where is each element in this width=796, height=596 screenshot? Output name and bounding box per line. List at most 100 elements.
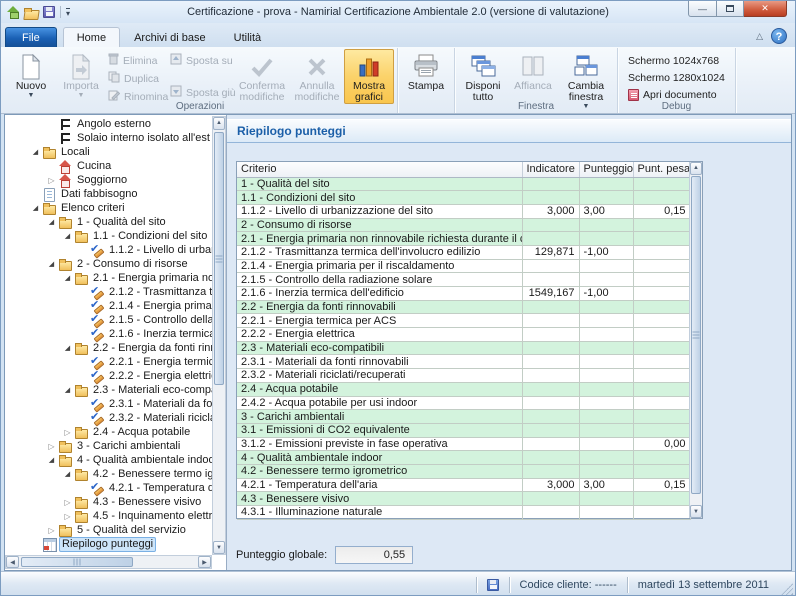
conferma-modifiche-button[interactable]: Conferma modifiche — [234, 49, 290, 104]
table-row[interactable]: 4.2.1 - Temperatura dell'aria3,0003,000,… — [237, 478, 690, 492]
column-header-punteggio[interactable]: Punteggio — [579, 162, 633, 177]
status-save-icon[interactable] — [487, 579, 499, 591]
expander-collapsed-icon[interactable]: ▷ — [61, 512, 74, 521]
table-row[interactable]: 2.4.2 - Acqua potabile per usi indoor — [237, 396, 690, 410]
expander-collapsed-icon[interactable]: ▷ — [61, 428, 74, 437]
tree-item[interactable]: ▷2.4 - Acqua potabile — [6, 425, 212, 439]
scroll-up-button[interactable]: ▲ — [690, 162, 702, 175]
minimize-ribbon-icon[interactable]: △ — [756, 31, 763, 41]
tree-item[interactable]: ◢2 - Consumo di risorse — [6, 257, 212, 271]
apri-documento-button[interactable]: Apri documento — [625, 87, 728, 102]
expander-expanded-icon[interactable]: ◢ — [29, 204, 42, 212]
tree-item[interactable]: ◢1.1 - Condizioni del sito — [6, 229, 212, 243]
expander-expanded-icon[interactable]: ◢ — [45, 260, 58, 268]
sposta-giu-button[interactable]: Sposta giù — [168, 85, 234, 100]
elimina-button[interactable]: Elimina — [106, 53, 168, 68]
close-button[interactable]: ✕ — [744, 1, 787, 17]
scroll-right-button[interactable]: ▶ — [198, 556, 211, 568]
schermo-1280-button[interactable]: Schermo 1280x1024 — [625, 70, 728, 85]
tree-item[interactable]: 2.1.5 - Controllo della radia — [6, 313, 212, 327]
table-row[interactable]: 4.3 - Benessere visivo — [237, 492, 690, 506]
tree-hscroll-thumb[interactable] — [21, 557, 133, 567]
tree-item[interactable]: 2.1.4 - Energia primaria pe — [6, 299, 212, 313]
table-row[interactable]: 4.3.1 - Illuminazione naturale — [237, 506, 690, 520]
expander-expanded-icon[interactable]: ◢ — [61, 274, 74, 282]
table-row[interactable]: 2.3.2 - Materiali riciclati/recuperati — [237, 369, 690, 383]
tree-item[interactable]: 2.3.1 - Materiali da fonti rin — [6, 397, 212, 411]
tree-item[interactable]: ▷Soggiorno — [6, 173, 212, 187]
table-row[interactable]: 2.3.1 - Materiali da fonti rinnovabili — [237, 355, 690, 369]
tree-item[interactable]: ▷3 - Carichi ambientali — [6, 439, 212, 453]
tree-item[interactable]: ◢2.1 - Energia primaria non rinn — [6, 271, 212, 285]
tree-item[interactable]: 1.1.2 - Livello di urbanizza — [6, 243, 212, 257]
table-row[interactable]: 4.2 - Benessere termo igrometrico — [237, 464, 690, 478]
table-vertical-scrollbar[interactable]: ▲ ▼ — [689, 162, 702, 518]
column-header-indicatore[interactable]: Indicatore — [522, 162, 579, 177]
scroll-down-button[interactable]: ▼ — [690, 505, 702, 518]
tree-item[interactable]: 2.1.6 - Inerzia termica dell' — [6, 327, 212, 341]
disponi-tutto-button[interactable]: Disponi tutto — [458, 49, 508, 104]
table-row[interactable]: 2.2 - Energia da fonti rinnovabili — [237, 300, 690, 314]
tab-file[interactable]: File — [5, 27, 57, 47]
table-row[interactable]: 2.2.1 - Energia termica per ACS — [237, 314, 690, 328]
tab-archivi-di-base[interactable]: Archivi di base — [120, 27, 220, 47]
table-row[interactable]: 2 - Consumo di risorse — [237, 218, 690, 232]
expander-collapsed-icon[interactable]: ▷ — [61, 498, 74, 507]
table-row[interactable]: 2.3 - Materiali eco-compatibili — [237, 341, 690, 355]
tree-horizontal-scrollbar[interactable]: ◀ ▶ — [5, 555, 212, 569]
tree-item[interactable]: ▷4.3 - Benessere visivo — [6, 495, 212, 509]
tree-item[interactable]: ◢4.2 - Benessere termo igromet — [6, 467, 212, 481]
tree-item[interactable]: ◢Locali — [6, 145, 212, 159]
save-floppy-icon[interactable] — [43, 6, 55, 18]
expander-expanded-icon[interactable]: ◢ — [45, 456, 58, 464]
resize-grip[interactable] — [781, 583, 793, 595]
tree-item[interactable]: Angolo esterno — [6, 117, 212, 131]
tree-vscroll-thumb[interactable] — [214, 132, 224, 385]
table-row[interactable]: 3 - Carichi ambientali — [237, 410, 690, 424]
maximize-button[interactable] — [717, 1, 744, 17]
table-row[interactable]: 1 - Qualità del sito — [237, 177, 690, 191]
table-row[interactable]: 2.1.4 - Energia primaria per il riscalda… — [237, 259, 690, 273]
annulla-modifiche-button[interactable]: Annulla modifiche — [290, 49, 344, 104]
scroll-left-button[interactable]: ◀ — [6, 556, 19, 568]
qat-dropdown-icon[interactable]: ▾ — [66, 8, 70, 17]
app-home-icon[interactable] — [7, 6, 20, 18]
open-folder-icon[interactable] — [24, 7, 39, 18]
column-header-criterio[interactable]: Criterio — [237, 162, 522, 177]
expander-expanded-icon[interactable]: ◢ — [29, 148, 42, 156]
expander-collapsed-icon[interactable]: ▷ — [45, 526, 58, 535]
stampa-button[interactable]: Stampa — [401, 49, 451, 93]
schermo-1024-button[interactable]: Schermo 1024x768 — [625, 53, 728, 68]
table-row[interactable]: 1.1.2 - Livello di urbanizzazione del si… — [237, 204, 690, 218]
tree-item[interactable]: 2.2.2 - Energia elettrica — [6, 369, 212, 383]
table-row[interactable]: 3.1.2 - Emissioni previste in fase opera… — [237, 437, 690, 451]
affianca-button[interactable]: Affianca — [508, 49, 558, 93]
tree-item[interactable]: 2.3.2 - Materiali riciclati/rec — [6, 411, 212, 425]
table-row[interactable]: 2.1.5 - Controllo della radiazione solar… — [237, 273, 690, 287]
tree-item[interactable]: ▷5 - Qualità del servizio — [6, 523, 212, 537]
tree-item[interactable]: Riepilogo punteggi — [6, 537, 212, 551]
column-header-punt-pesato[interactable]: Punt. pesato — [633, 162, 690, 177]
expander-expanded-icon[interactable]: ◢ — [61, 386, 74, 394]
table-row[interactable]: 1.1 - Condizioni del sito — [237, 191, 690, 205]
duplica-button[interactable]: Duplica — [106, 71, 168, 86]
tree-item[interactable]: ◢4 - Qualità ambientale indoor — [6, 453, 212, 467]
scroll-up-button[interactable]: ▲ — [213, 117, 225, 130]
tree-vertical-scrollbar[interactable]: ▲ ▼ — [212, 116, 226, 555]
tree-item[interactable]: ▷4.5 - Inquinamento elettromag — [6, 509, 212, 523]
tree-item[interactable]: ◢1 - Qualità del sito — [6, 215, 212, 229]
mostra-grafici-button[interactable]: Mostra grafici — [344, 49, 394, 104]
minimize-button[interactable]: — — [688, 1, 717, 17]
table-row[interactable]: 4 - Qualità ambientale indoor — [237, 451, 690, 465]
tree-item[interactable]: ◢2.3 - Materiali eco-compatibili — [6, 383, 212, 397]
expander-expanded-icon[interactable]: ◢ — [45, 218, 58, 226]
tree-item[interactable]: ◢Elenco criteri — [6, 201, 212, 215]
table-row[interactable]: 2.4 - Acqua potabile — [237, 382, 690, 396]
scroll-down-button[interactable]: ▼ — [213, 541, 225, 554]
expander-collapsed-icon[interactable]: ▷ — [45, 176, 58, 185]
tree-item[interactable]: Dati fabbisogno — [6, 187, 212, 201]
help-button[interactable]: ? — [771, 28, 787, 44]
tree-item[interactable]: 2.2.1 - Energia termica per — [6, 355, 212, 369]
table-row[interactable]: 2.1.6 - Inerzia termica dell'edificio154… — [237, 287, 690, 301]
tree-item[interactable]: ◢2.2 - Energia da fonti rinnovab — [6, 341, 212, 355]
